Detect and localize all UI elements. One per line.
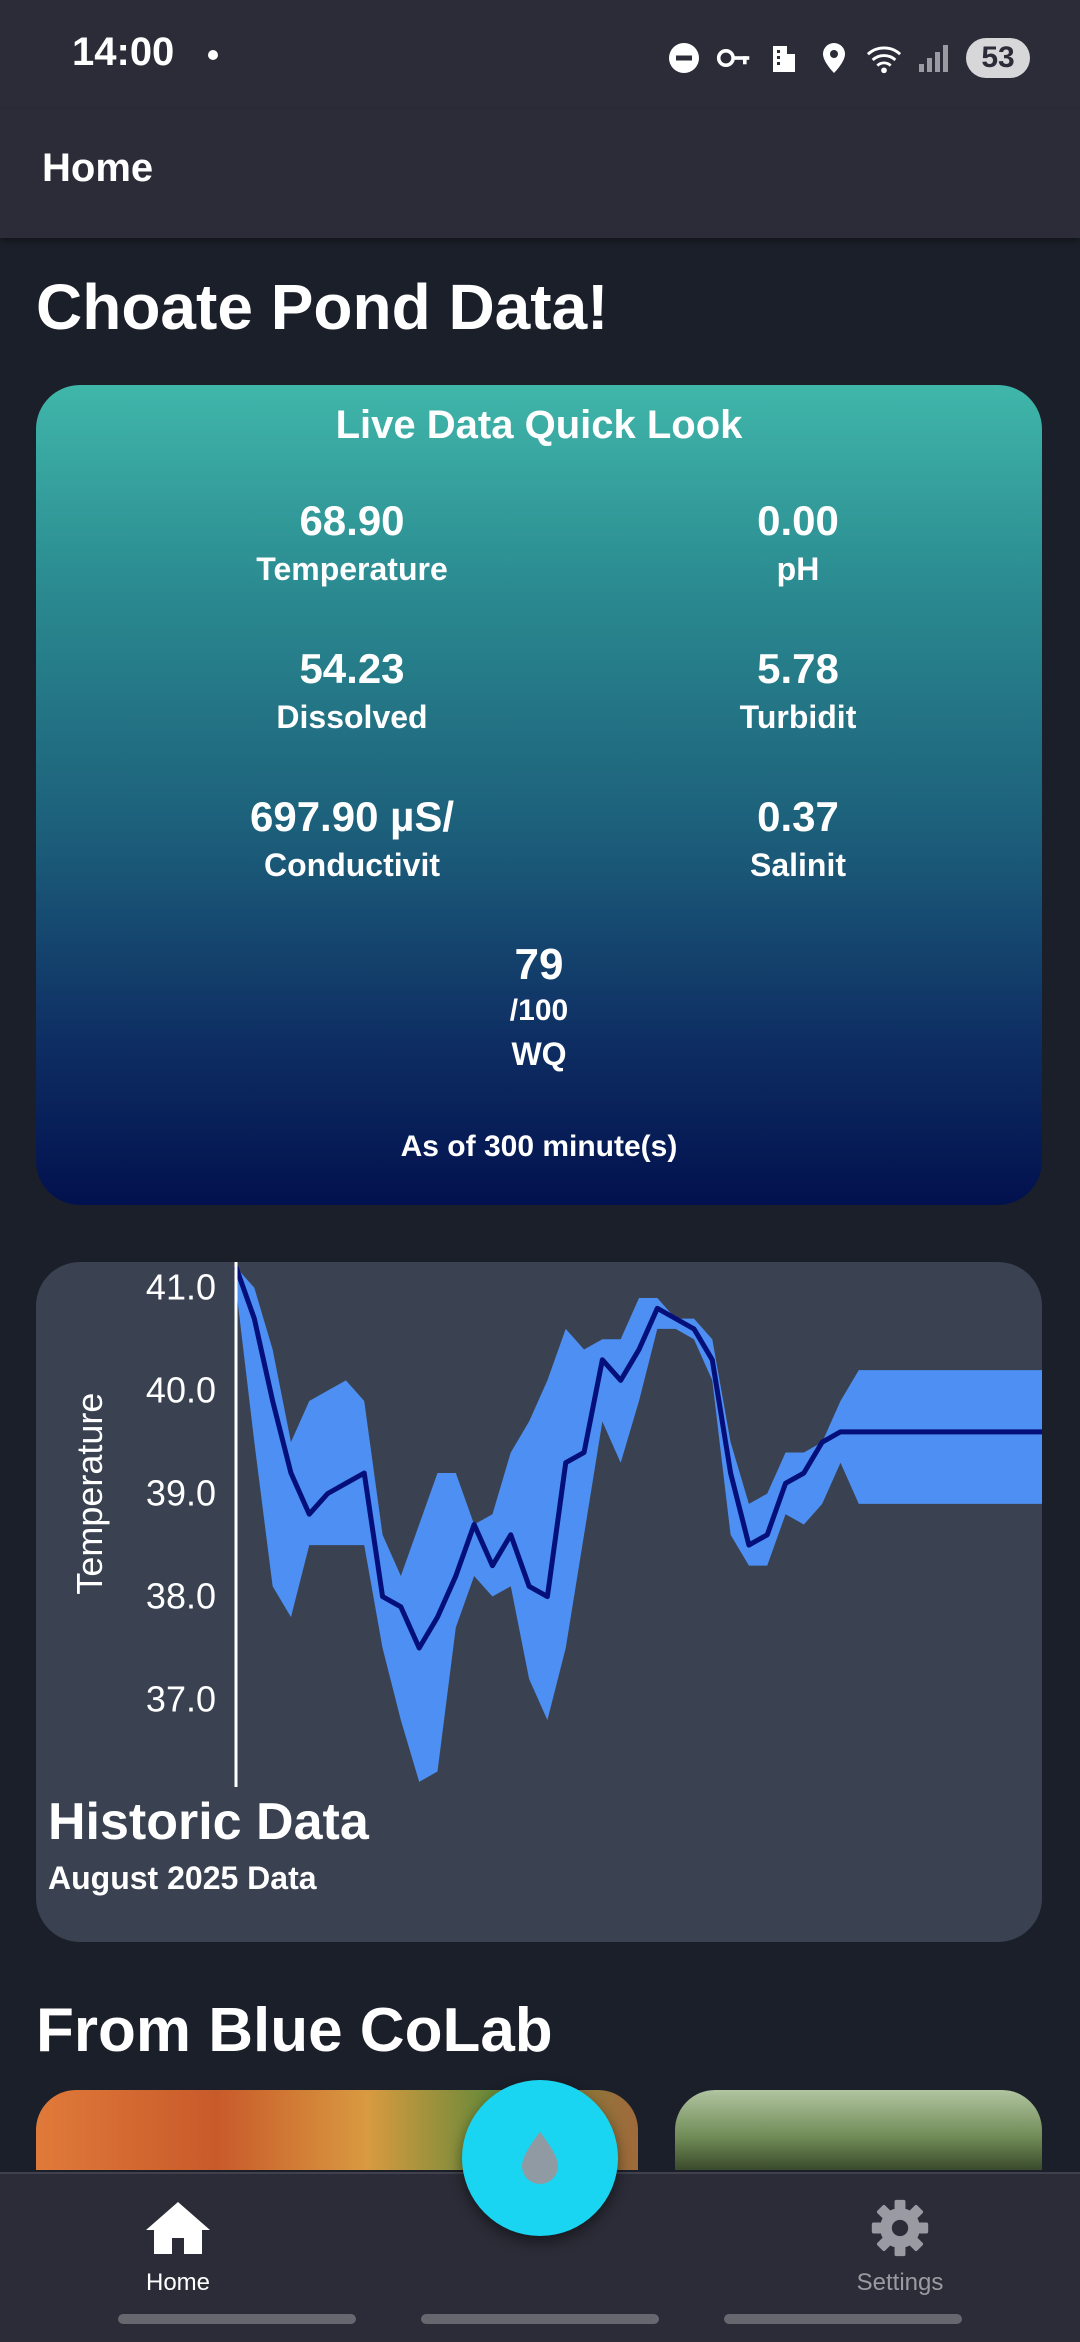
as-of-text: As of 300 minute(s) (400, 1130, 678, 1163)
historic-title: Historic Data (48, 1793, 369, 1851)
status-icons: 53 (666, 30, 1030, 86)
wq-max: /100 (509, 994, 569, 1027)
water-quality-score: 79 /100 WQ (36, 940, 1042, 1073)
nav-home[interactable]: Home (108, 2198, 248, 2297)
y-tick-label: 41.0 (146, 1267, 216, 1308)
gear-icon (871, 2199, 929, 2257)
app-bar: Home (0, 110, 1080, 238)
dnd-icon (666, 40, 702, 76)
metric-conductivity: 697.90 µS/ Conductivit (152, 793, 552, 884)
notification-dot (208, 50, 218, 60)
y-axis-label: Temperature (69, 1393, 110, 1595)
metric-label: Conductivit (264, 847, 440, 883)
nav-home-label: Home (145, 2269, 211, 2296)
home-icon (146, 2202, 210, 2254)
metric-label: Temperature (256, 551, 448, 587)
live-data-title: Live Data Quick Look (335, 403, 743, 447)
app-bar-title: Home (42, 146, 154, 190)
metric-value: 5.78 (757, 645, 839, 692)
vpn-key-icon (716, 40, 752, 76)
gesture-bar-left (118, 2314, 356, 2324)
status-time: 14:00 (72, 30, 175, 74)
water-drop-fab[interactable] (462, 2080, 618, 2236)
gesture-bar-right (724, 2314, 962, 2324)
metric-label: pH (776, 551, 820, 587)
historic-chart: 41.0 40.0 39.0 38.0 37.0 Temperature (69, 1262, 1042, 1787)
status-bar: 14:00 53 (0, 0, 1080, 110)
y-tick-label: 37.0 (146, 1679, 216, 1720)
metric-value: 68.90 (299, 497, 405, 544)
metric-value: 697.90 µS/ (249, 793, 454, 840)
metric-temperature: 68.90 Temperature (152, 497, 552, 588)
metric-value: 54.23 (299, 645, 405, 692)
battery-indicator: 53 (966, 38, 1030, 78)
y-tick-label: 40.0 (146, 1370, 216, 1411)
news-thumbnail-pond[interactable] (675, 2090, 1042, 2170)
metric-value: 0.00 (757, 497, 839, 544)
wq-label: WQ (511, 1036, 567, 1072)
y-tick-label: 39.0 (146, 1473, 216, 1514)
page-title: Choate Pond Data! (36, 271, 609, 343)
nav-settings[interactable]: Settings (830, 2198, 970, 2297)
water-drop-icon (522, 2132, 558, 2184)
live-data-card[interactable]: Live Data Quick Look 68.90 Temperature 0… (36, 385, 1042, 1205)
signal-icon (916, 40, 952, 76)
metric-label: Turbidit (739, 699, 857, 735)
metric-label: Dissolved (276, 699, 428, 735)
y-tick-label: 38.0 (146, 1576, 216, 1617)
location-icon (816, 40, 852, 76)
metric-dissolved: 54.23 Dissolved (152, 645, 552, 736)
wifi-icon (866, 40, 902, 76)
building-icon (766, 40, 802, 76)
metric-ph: 0.00 pH (598, 497, 998, 588)
metric-turbidity: 5.78 Turbidit (598, 645, 998, 736)
historic-data-card[interactable]: 41.0 40.0 39.0 38.0 37.0 Temperature Historic… (36, 1262, 1042, 1942)
gesture-bar-center (421, 2314, 659, 2324)
wq-value: 79 (514, 940, 564, 989)
metric-label: Salinit (749, 847, 846, 883)
metric-salinity: 0.37 Salinit (598, 793, 998, 884)
historic-subtitle: August 2025 Data (48, 1860, 317, 1896)
metric-value: 0.37 (757, 793, 839, 840)
nav-settings-label: Settings (856, 2269, 944, 2296)
section-title: From Blue CoLab (36, 1996, 553, 2065)
